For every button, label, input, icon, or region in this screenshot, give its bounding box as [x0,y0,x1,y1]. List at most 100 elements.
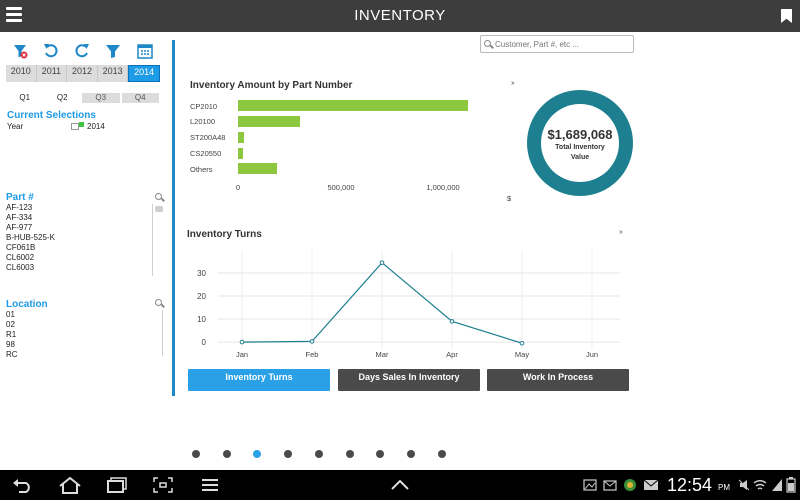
quarter-option[interactable]: Q1 [6,93,44,103]
list-item[interactable]: 02 [6,320,18,330]
current-selections-title: Current Selections [7,110,96,121]
list-item[interactable]: AF-977 [6,223,55,233]
clear-selection-icon[interactable] [71,123,79,130]
x-tick-label: Mar [376,350,389,359]
year-option[interactable]: 2011 [36,65,68,82]
redo-icon[interactable] [73,42,91,60]
selection-field: Year [7,122,24,131]
list-item[interactable]: CF061B [6,243,55,253]
current-selection-row[interactable]: Year 2014 [7,122,167,131]
undo-icon[interactable] [42,42,60,60]
bar[interactable] [238,100,468,111]
email-notification-icon [603,480,617,491]
data-point[interactable] [519,340,525,346]
page-dot[interactable] [253,450,262,458]
page-dot[interactable] [345,450,354,458]
bar[interactable] [238,132,245,143]
search-box[interactable] [480,35,634,53]
x-tick-label: 0 [235,183,241,192]
quarter-option[interactable]: Q3 [82,93,120,103]
total-inventory-value: $1,689,068 [547,127,613,142]
clear-filter-icon[interactable] [12,42,30,60]
part-list-scroll-thumb[interactable] [155,206,163,212]
data-point[interactable] [449,319,455,324]
mail-notification-icon [643,479,659,490]
bar[interactable] [238,163,277,174]
x-tick-label: Jun [586,350,598,359]
bar-chart-title: Inventory Amount by Part Number [190,80,353,91]
back-icon[interactable] [12,477,34,493]
data-point[interactable] [309,339,315,344]
page-dot[interactable] [406,450,415,458]
year-option[interactable]: 2010 [6,65,37,82]
recent-apps-icon[interactable] [106,476,128,494]
quarter-option[interactable]: Q4 [121,93,159,103]
location-list-title: Location [6,299,48,310]
bar[interactable] [238,148,244,159]
page-dot[interactable] [376,450,385,458]
page-dot[interactable] [314,450,323,458]
expand-line-chart-icon[interactable]: ›› [619,229,623,236]
tab-days-sales-in-inventory[interactable]: Days Sales In Inventory [338,369,480,391]
x-tick-label: 500,000 [327,183,355,192]
category-label: CS20550 [190,149,222,158]
chart-grid [218,250,620,349]
y-tick-label: 0 [202,338,207,347]
wifi-icon [753,479,767,490]
data-point[interactable] [379,260,385,265]
y-axis: 30 20 10 0 [197,269,206,347]
page-dot[interactable] [437,450,446,458]
metric-tabs: Inventory Turns Days Sales In Inventory … [188,369,634,391]
donut-center: $1,689,068 Total Inventory Value [541,104,619,182]
category-label: CP2010 [190,102,218,111]
search-input[interactable] [495,38,631,51]
gallery-notification-icon [583,479,597,491]
line-chart-title: Inventory Turns [187,229,262,240]
filter-toolbar [10,42,160,62]
data-point[interactable] [239,339,245,345]
list-item[interactable]: AF-334 [6,213,55,223]
category-label: ST200A48 [190,133,226,142]
calendar-icon[interactable] [136,42,154,60]
menu-icon[interactable] [201,478,219,492]
filter-icon[interactable] [104,42,122,60]
x-tick-label: 1,000,000 [426,183,460,192]
list-item[interactable]: RC [6,350,18,360]
search-icon [484,40,494,49]
total-inventory-donut[interactable]: $1,689,068 Total Inventory Value [527,90,633,196]
app-header: INVENTORY [0,0,800,32]
year-option[interactable]: 2012 [67,65,98,82]
page-dot[interactable] [192,450,200,458]
tab-inventory-turns[interactable]: Inventory Turns [188,369,330,391]
page-dot[interactable] [222,450,231,458]
part-list-scrollbar[interactable] [152,204,153,276]
home-icon[interactable] [58,476,82,494]
list-item[interactable]: CL6003 [6,263,55,273]
list-item[interactable]: 01 [6,310,18,320]
list-item[interactable]: 98 [6,340,18,350]
list-item[interactable]: B-HUB-525-K [6,233,55,243]
list-item[interactable]: CL6002 [6,253,55,263]
total-inventory-label: Total Inventory [555,144,605,151]
quarter-option[interactable]: Q2 [44,93,82,103]
list-item[interactable]: AF-123 [6,203,55,213]
page-dot[interactable] [284,450,293,458]
unit-label: $ [507,194,512,203]
bar[interactable] [238,116,300,127]
filter-pane: 2010 2011 2012 2013 2014 Q1 Q2 Q3 Q4 Cur… [0,32,172,396]
year-option-selected[interactable]: 2014 [128,65,160,82]
x-tick-label: Feb [306,350,319,359]
inventory-turns-chart: 30 20 10 0 Jan Feb Mar Apr May Jun [197,250,620,359]
signal-icon [772,479,782,491]
part-search-icon[interactable] [155,193,165,202]
location-search-icon[interactable] [155,299,165,308]
tab-work-in-process[interactable]: Work In Process [487,369,629,391]
location-list-scrollbar[interactable] [162,310,163,356]
clock: 12:54 [667,475,713,495]
chevron-up-icon[interactable] [390,478,410,492]
screenshot-icon[interactable] [152,476,174,494]
part-list-title: Part # [6,192,34,203]
year-option[interactable]: 2013 [97,65,129,82]
expand-bar-chart-icon[interactable]: ›› [511,80,515,87]
list-item[interactable]: R1 [6,330,18,340]
